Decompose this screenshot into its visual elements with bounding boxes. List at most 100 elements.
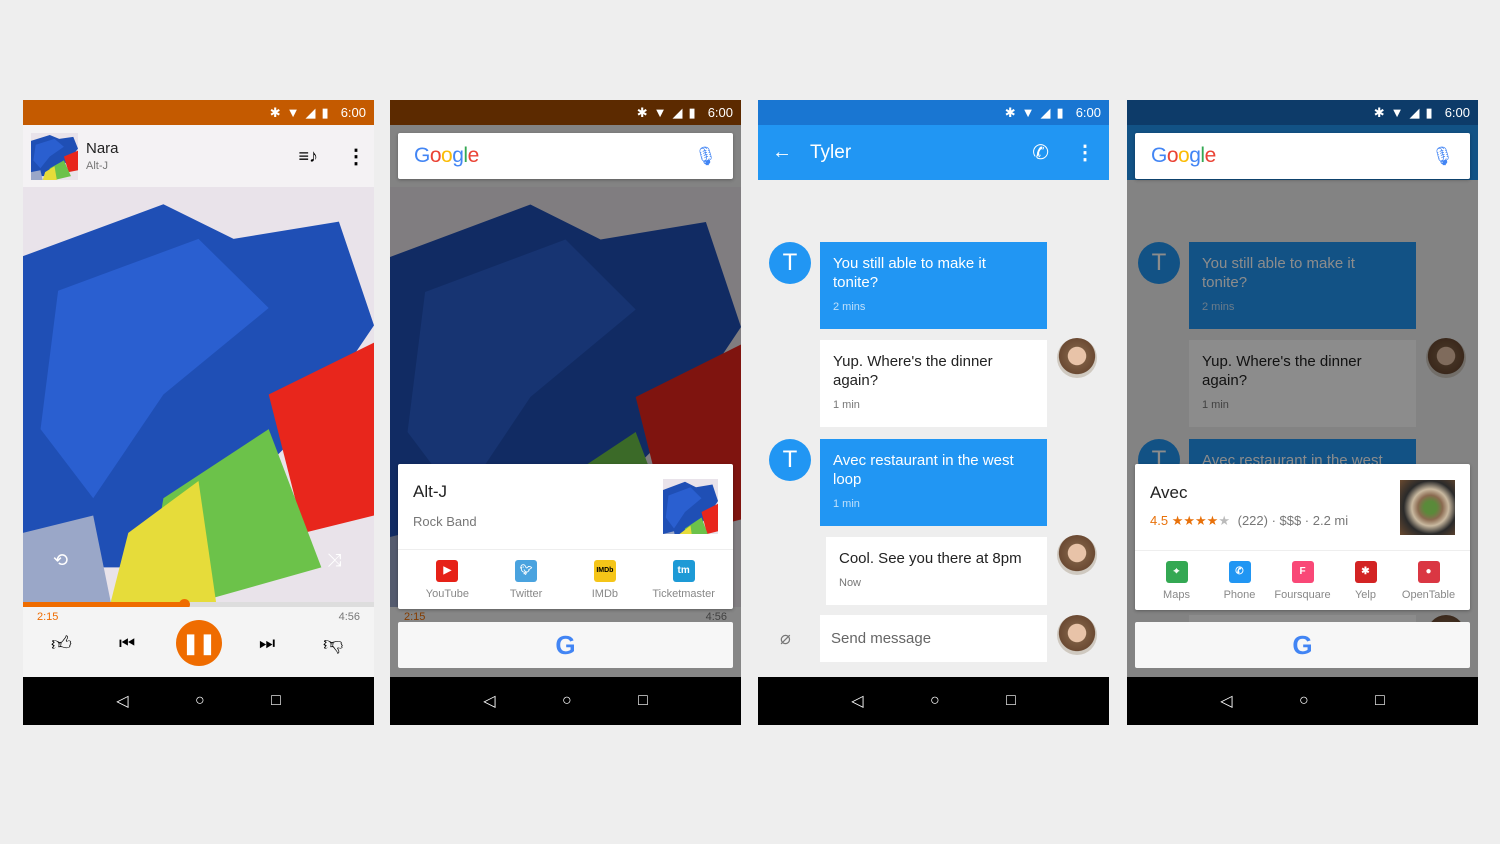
app-label: OpenTable (1401, 588, 1456, 601)
wifi-icon: ▼ (1390, 105, 1404, 120)
signal-icon: ◢ (305, 104, 316, 120)
message-bubble[interactable]: You still able to make it tonite? 2 mins (820, 242, 1047, 329)
phone-icon: ✆ (1228, 560, 1251, 583)
user-avatar (1057, 338, 1097, 378)
app-shortcut-foursquare[interactable]: F Foursquare (1271, 551, 1334, 610)
app-label: YouTube (425, 587, 469, 600)
battery-icon: ▮ (1056, 104, 1064, 120)
back-icon[interactable]: ◁ (1220, 691, 1232, 711)
home-icon[interactable]: ○ (562, 692, 572, 710)
home-icon[interactable]: ○ (930, 692, 940, 710)
battery-icon: ▮ (688, 104, 696, 120)
next-icon[interactable]: ⏭︎ (259, 633, 275, 654)
maps-icon: ⌖ (1165, 560, 1188, 583)
message-bubble[interactable]: Yup. Where's the dinner again? 1 min (820, 340, 1047, 427)
message-bubble[interactable]: Cool. See you there at 8pm Now (826, 537, 1047, 605)
app-shortcut-youtube[interactable]: ▶ YouTube (408, 550, 487, 609)
bluetooth-icon: ✱ (636, 104, 648, 120)
thumbs-down-icon[interactable]: 👎︎ (323, 632, 343, 656)
card-header[interactable]: Avec 4.5 ★★★★★ (222) · $$$ · 2.2 mi (1135, 464, 1470, 550)
thumbs-up-icon[interactable]: 👍︎ (51, 632, 72, 656)
queue-icon[interactable]: ≡♪ (298, 146, 318, 167)
previous-icon[interactable]: ⏮︎ (119, 633, 135, 654)
home-icon[interactable]: ○ (1299, 692, 1309, 710)
nav-bar: ◁ ○ □ (758, 677, 1109, 725)
back-arrow-icon[interactable]: ← (772, 141, 792, 164)
google-button[interactable]: G (398, 622, 733, 668)
app-shortcut-maps[interactable]: ⌖ Maps (1145, 551, 1208, 610)
place-details: (222) · $$$ · 2.2 mi (1237, 513, 1349, 528)
back-icon[interactable]: ◁ (851, 691, 863, 711)
controls-panel: 2:15 4:56 👍︎ ⏮︎ ❚❚ ⏭︎ 👎︎ (23, 607, 374, 677)
google-button[interactable]: G (1135, 622, 1470, 668)
pause-button[interactable]: ❚❚ (176, 620, 222, 666)
recents-icon[interactable]: □ (1006, 692, 1016, 710)
phone-now-on-tap-music: ✱ ▼ ◢ ▮ 6:00 2:15 4:56 Google 🎙︎ Alt-J Rock Ban… (390, 100, 741, 725)
more-options-icon[interactable]: ⋮ (346, 144, 366, 169)
album-thumbnail[interactable] (31, 132, 78, 180)
card-header[interactable]: Alt-J Rock Band (398, 464, 733, 549)
app-shortcut-yelp[interactable]: ✱ Yelp (1334, 551, 1397, 610)
message-time: 1 min (833, 399, 860, 411)
wifi-icon: ▼ (1021, 105, 1035, 120)
contact-avatar[interactable]: T (769, 242, 811, 284)
album-art (23, 187, 374, 602)
app-label: Twitter (509, 587, 543, 600)
app-bar: ← Tyler ✆ ⋮ (758, 125, 1109, 180)
contact-name: Tyler (810, 141, 852, 163)
nav-bar: ◁ ○ □ (1127, 677, 1478, 725)
status-bar: ✱ ▼ ◢ ▮ 6:00 (23, 100, 374, 125)
contact-avatar[interactable]: T (769, 439, 811, 481)
repeat-icon[interactable]: ⟲ (53, 550, 68, 571)
phone-now-on-tap-place: ✱▼◢▮6:00 ←Tyler✆⋮TYou still able to make… (1127, 100, 1478, 725)
duration: 4:56 (338, 611, 360, 623)
message-input[interactable]: Send message (820, 615, 1047, 662)
recents-icon[interactable]: □ (1375, 692, 1385, 710)
phone-chat: ✱ ▼ ◢ ▮ 6:00 ← Tyler ✆ ⋮ T You still able to make… (758, 100, 1109, 725)
now-playing-header: Nara Alt-J ≡♪ ⋮ (23, 125, 374, 187)
message-time: 2 mins (833, 301, 866, 313)
bluetooth-icon: ✱ (1373, 104, 1385, 120)
google-logo: Google (414, 144, 479, 167)
signal-icon: ◢ (1040, 104, 1051, 120)
artist-name: Alt-J (86, 160, 108, 172)
shuffle-icon[interactable]: ⤨ (327, 550, 341, 571)
google-search-bar[interactable]: Google 🎙︎ (398, 133, 733, 179)
back-icon[interactable]: ◁ (116, 691, 128, 711)
more-options-icon[interactable]: ⋮ (1075, 140, 1095, 165)
rating: 4.5 (1150, 513, 1169, 528)
back-icon[interactable]: ◁ (483, 691, 495, 711)
card-thumbnail (663, 479, 718, 534)
opentable-icon: ● (1417, 560, 1440, 583)
google-search-bar[interactable]: Google 🎙︎ (1135, 133, 1470, 179)
app-shortcut-phone[interactable]: ✆ Phone (1208, 551, 1271, 610)
elapsed-time: 2:15 (37, 611, 59, 623)
clock: 6:00 (340, 105, 366, 120)
message-text: Yup. Where's the dinner again? (833, 353, 993, 389)
app-shortcuts: ⌖ Maps ✆ Phone F Foursquare ✱ Yelp ● OpenTable (1135, 550, 1470, 610)
call-icon[interactable]: ✆ (1032, 140, 1049, 165)
app-shortcut-ticketmaster[interactable]: tm Ticketmaster (644, 550, 723, 609)
app-shortcuts: ▶ YouTube 🐦︎ Twitter IMDb IMDb tm Ticketmaster (398, 549, 733, 609)
google-g-icon: G (1292, 629, 1313, 660)
signal-icon: ◢ (672, 104, 683, 120)
mic-icon[interactable]: 🎙︎ (694, 146, 717, 167)
message-bubble[interactable]: Avec restaurant in the west loop 1 min (820, 439, 1047, 526)
status-bar: ✱ ▼ ◢ ▮ 6:00 (758, 100, 1109, 125)
app-shortcut-opentable[interactable]: ● OpenTable (1397, 551, 1460, 610)
bluetooth-icon: ✱ (269, 104, 281, 120)
yelp-icon: ✱ (1354, 560, 1377, 583)
app-label: IMDb (591, 587, 619, 600)
clock: 6:00 (707, 105, 733, 120)
bluetooth-icon: ✱ (1004, 104, 1016, 120)
imdb-icon: IMDb (593, 559, 616, 582)
recents-icon[interactable]: □ (271, 692, 281, 710)
mic-icon[interactable]: 🎙︎ (1431, 146, 1454, 167)
recents-icon[interactable]: □ (638, 692, 648, 710)
app-shortcut-imdb[interactable]: IMDb IMDb (566, 550, 645, 609)
home-icon[interactable]: ○ (195, 692, 205, 710)
restaurant-photo (1400, 480, 1455, 535)
app-shortcut-twitter[interactable]: 🐦︎ Twitter (487, 550, 566, 609)
attach-icon[interactable]: ⌀ (780, 628, 791, 649)
app-label: Ticketmaster (652, 587, 715, 600)
